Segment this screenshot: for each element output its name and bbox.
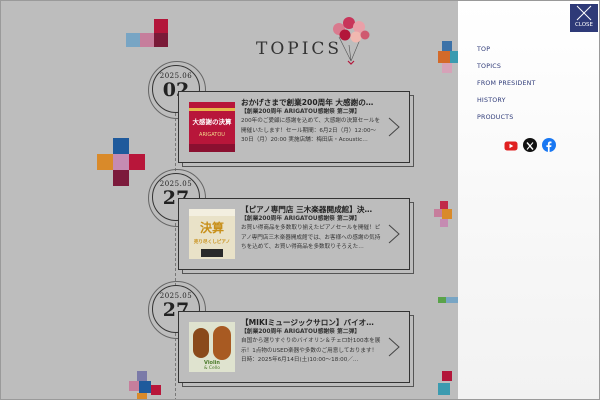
topic-thumbnail: Violin & Cello [189,322,235,372]
topic-thumbnail: 決算 売り尽くしピアノ [189,209,235,259]
topic-subtitle: 【創業200周年 ARIGATOU感謝祭 第二弾】 [241,329,361,335]
topic-title: おかげさまで創業200周年 大感謝の… [241,98,374,107]
timeline-line [175,73,177,399]
date-year-month: 2025.06 [159,72,193,80]
topic-title: 【MIKIミュージックサロン】バイオ… [241,318,374,327]
social-links [504,138,556,152]
facebook-icon[interactable] [542,138,556,152]
topic-card[interactable]: Violin & Cello 【MIKIミュージックサロン】バイオ… 【創業20… [178,311,414,387]
deco-squares-bottom-left [129,371,169,399]
deco-squares-right-low [438,291,458,305]
balloons-illustration [333,17,370,65]
chevron-right-icon [388,224,400,244]
topic-excerpt: お買い得商品を多数取り揃えたピアノセールを開催！ピアノ専門店三木楽器開成館では、… [241,225,381,250]
chevron-right-icon [388,117,400,137]
topic-card[interactable]: 大感謝の決算 ARIGATOU おかげさまで創業200周年 大感謝の… 【創業2… [178,91,414,167]
nav-item-history[interactable]: HISTORY [477,97,536,114]
date-year-month: 2025.05 [159,292,193,300]
side-nav: TOP TOPICS FROM PRESIDENT HISTORY PRODUC… [477,46,536,131]
topic-excerpt: 200年のご愛顧に感謝を込めて、大感謝の決算セールを開催いたします！セール期間：… [241,118,381,143]
deco-squares-top [126,19,171,49]
browser-viewport: TOPICS 2025.06 02 大感謝の決算 ARIGATOU おかげさまで… [0,0,600,400]
topic-card[interactable]: 決算 売り尽くしピアノ 【ピアノ専門店 三木楽器開成館】決… 【創業200周年 … [178,198,414,274]
side-menu: CLOSE TOP TOPICS FROM PRESIDENT HISTORY … [458,1,599,399]
close-menu-button[interactable]: CLOSE [570,4,598,32]
topic-subtitle: 【創業200周年 ARIGATOU感謝祭 第二弾】 [241,216,361,222]
nav-item-products[interactable]: PRODUCTS [477,114,536,131]
close-label: CLOSE [574,22,593,28]
nav-item-top[interactable]: TOP [477,46,536,63]
deco-squares-right-mid [434,201,458,227]
date-year-month: 2025.05 [159,180,193,188]
topic-thumbnail: 大感謝の決算 ARIGATOU [189,102,235,152]
deco-squares-left [97,138,145,188]
topic-subtitle: 【創業200周年 ARIGATOU感謝祭 第二弾】 [241,109,361,115]
nav-item-from-president[interactable]: FROM PRESIDENT [477,80,536,97]
topic-title: 【ピアノ専門店 三木楽器開成館】決… [241,205,373,214]
youtube-icon[interactable] [504,138,518,152]
main-content: TOPICS 2025.06 02 大感謝の決算 ARIGATOU おかげさまで… [1,1,458,399]
nav-item-topics[interactable]: TOPICS [477,63,536,80]
close-icon [576,5,592,21]
x-icon[interactable] [523,138,537,152]
topic-excerpt: 自国から選りすぐりのバイオリン＆チェロ計100本を展示！1点物のUSED楽器や多… [241,338,381,363]
chevron-right-icon [388,337,400,357]
deco-squares-bottom-right [438,371,458,399]
deco-squares-right-top [438,41,458,77]
